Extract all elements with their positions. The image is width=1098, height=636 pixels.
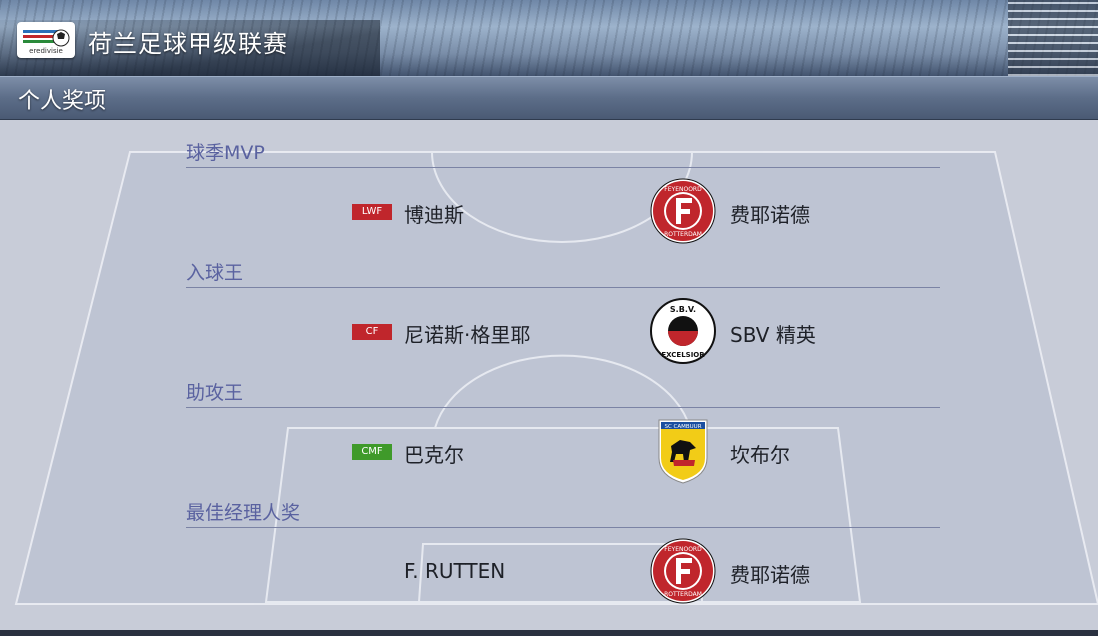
player-name: 博迪斯 [404,203,464,227]
crest-text: FEYENOORD [664,186,702,193]
section-title: 个人奖项 [18,89,107,114]
stadium-stands [1008,0,1098,76]
award-heading-assist-leader: 助攻王 [186,373,940,408]
player-name: 尼诺斯·格里耶 [404,323,531,347]
manager-name: F. RUTTEN [404,559,506,583]
position-badge-lwf: LWF [352,204,392,220]
excelsior-crest-icon: S.B.V. EXCELSIOR [650,298,716,364]
award-heading-label: 助攻王 [186,382,244,404]
award-heading-label: 最佳经理人奖 [186,502,301,524]
crest-text: EXCELSIOR [661,351,705,359]
club-name: 费耶诺德 [730,203,810,227]
crest-text: FEYENOORD [664,546,702,553]
eredivisie-logo: eredivisie [17,22,75,58]
top-banner: eredivisie 荷兰足球甲级联赛 [0,0,1098,76]
position-badge-cmf: CMF [352,444,392,460]
position-badge-cf: CF [352,324,392,340]
feyenoord-crest-icon: FEYENOORD ROTTERDAM [650,538,716,604]
award-heading-best-manager: 最佳经理人奖 [186,493,940,528]
crest-text: S.B.V. [670,305,696,314]
bottom-strip [0,630,1098,636]
club-name: SBV 精英 [730,323,816,347]
crest-text: SC CAMBUUR [664,424,701,430]
award-heading-label: 入球王 [186,262,244,284]
award-heading-label: 球季MVP [186,142,265,164]
cambuur-crest-icon: SC CAMBUUR [658,419,708,484]
award-heading-mvp: 球季MVP [186,133,940,168]
eredivisie-logo-text: eredivisie [29,47,63,55]
league-title: 荷兰足球甲级联赛 [88,30,288,58]
award-heading-top-scorer: 入球王 [186,253,940,288]
feyenoord-crest-icon: FEYENOORD ROTTERDAM [650,178,716,244]
club-name: 坎布尔 [730,443,790,467]
club-name: 费耶诺德 [730,563,810,587]
crest-text: ROTTERDAM [664,591,702,598]
section-header-bar: 个人奖项 [0,76,1098,120]
crest-text: ROTTERDAM [664,231,702,238]
player-name: 巴克尔 [404,443,464,467]
